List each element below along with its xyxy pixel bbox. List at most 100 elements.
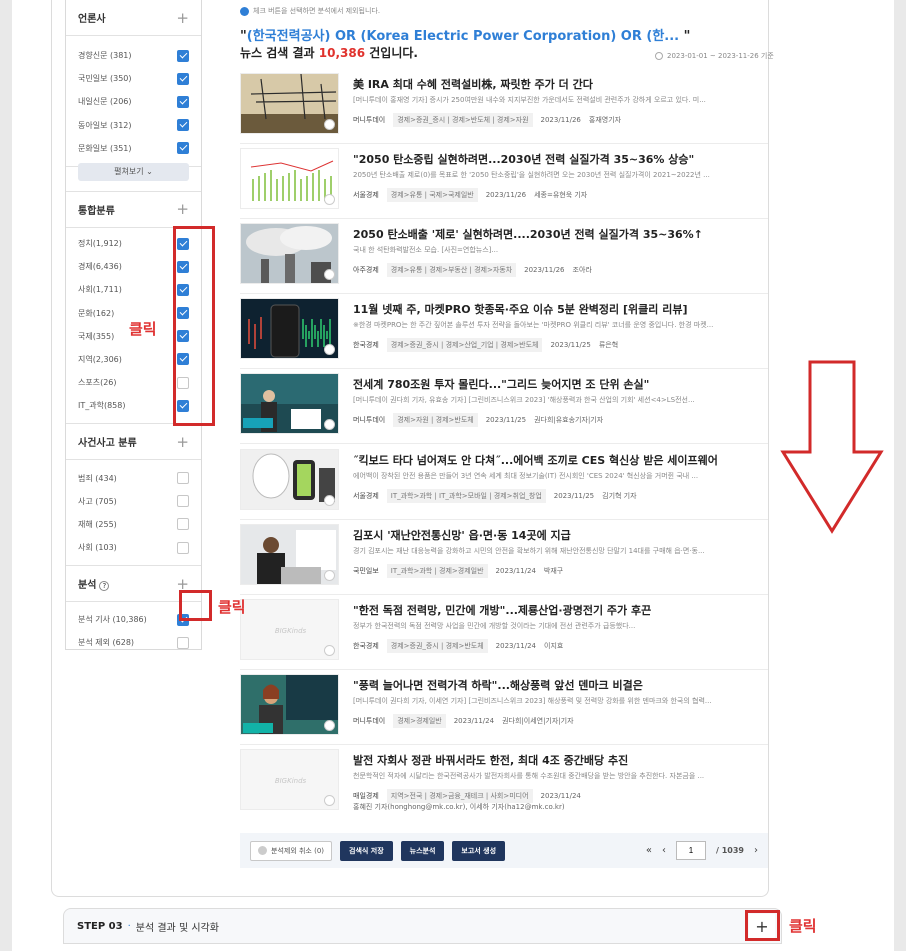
article-thumbnail[interactable]	[240, 449, 339, 510]
step-03-header[interactable]: STEP 03 · 분석 결과 및 시각화	[63, 908, 782, 944]
article-divider	[240, 443, 768, 444]
checkbox[interactable]	[177, 541, 189, 554]
checkbox[interactable]	[177, 495, 189, 508]
next-page-icon[interactable]: ›	[754, 845, 758, 856]
press-filter-item[interactable]: 내일신문 (206)	[66, 90, 201, 113]
bookmark-icon[interactable]	[324, 119, 335, 130]
checkbox[interactable]	[177, 518, 189, 531]
prev-page-icon[interactable]: ‹	[662, 845, 666, 856]
article-item[interactable]: 11월 넷째 주, 마켓PRO 핫종목·주요 이슈 5분 완벽정리 [위클리 리…	[240, 298, 768, 374]
checkbox[interactable]	[177, 119, 189, 132]
article-item[interactable]: 美 IRA 최대 수혜 전력설비株, 짜릿한 주가 더 간다 [머니투데이 홍재…	[240, 73, 768, 149]
article-summary: 정부가 한국전력의 독점 전력망 사업을 민간에 개방할 것이라는 기대에 전선…	[353, 622, 636, 630]
article-thumbnail[interactable]	[240, 148, 339, 209]
article-title[interactable]: "한전 독점 전력망, 민간에 개방"...제룡산업·광명전기 주가 후끈	[353, 602, 651, 618]
bookmark-icon[interactable]	[324, 419, 335, 430]
plus-icon[interactable]: +	[176, 200, 189, 218]
article-title[interactable]: "2050 탄소중립 실현하려면...2030년 전력 실질가격 35~36% …	[353, 151, 694, 167]
help-icon[interactable]: ?	[99, 581, 110, 592]
article-item[interactable]: ˝킥보드 타다 넘어져도 안 다쳐˝...에어백 조끼로 CES 혁신상 받은 …	[240, 449, 768, 525]
incident-filter-item[interactable]: 범죄 (434)	[66, 466, 201, 489]
incident-filter-item[interactable]: 재해 (255)	[66, 513, 201, 536]
article-author: 조아라	[572, 266, 592, 274]
create-report-button[interactable]: 보고서 생성	[452, 840, 506, 861]
incident-filter-item[interactable]: 사고 (705)	[66, 490, 201, 513]
article-thumbnail[interactable]	[240, 524, 339, 585]
checkbox[interactable]	[177, 72, 189, 85]
article-source: 아주경제	[353, 266, 379, 274]
article-author: 이지효	[544, 642, 564, 650]
article-item[interactable]: "2050 탄소중립 실현하려면...2030년 전력 실질가격 35~36% …	[240, 148, 768, 224]
press-filter-item[interactable]: 동아일보 (312)	[66, 114, 201, 137]
checkbox[interactable]	[177, 636, 189, 649]
save-query-button[interactable]: 검색식 저장	[340, 840, 393, 861]
integrated-filter-header[interactable]: 통합분류 +	[66, 191, 201, 228]
press-filter-item-label: 국민일보 (350)	[78, 74, 132, 84]
article-item[interactable]: "풍력 늘어나면 전력가격 하락"...해상풍력 앞선 덴마크 비결은 [머니투…	[240, 674, 768, 750]
article-date: 2023/11/25	[485, 416, 527, 424]
press-filter-item[interactable]: 문화일보 (351)	[66, 137, 201, 160]
bookmark-icon[interactable]	[324, 344, 335, 355]
result-actions-bar: 분석제외 취소 (0) 검색식 저장 뉴스분석 보고서 생성 « ‹ / 103…	[240, 833, 768, 868]
incident-filter-item[interactable]: 사회 (103)	[66, 536, 201, 559]
cancel-exclusion-button[interactable]: 분석제외 취소 (0)	[250, 840, 333, 861]
plus-icon[interactable]: +	[176, 433, 189, 451]
article-thumbnail[interactable]	[240, 73, 339, 134]
article-thumbnail[interactable]	[240, 674, 339, 735]
exclude-notice-text: 체크 버튼을 선택하면 분석에서 제외됩니다.	[253, 7, 381, 15]
checkbox[interactable]	[177, 95, 189, 108]
article-thumbnail[interactable]	[240, 223, 339, 284]
article-title[interactable]: 2050 탄소배출 '제로' 실현하려면....2030년 전력 실질가격 35…	[353, 226, 703, 242]
result-count-prefix: 뉴스 검색 결과	[240, 46, 319, 60]
press-filter-header[interactable]: 언론사 +	[66, 0, 201, 36]
clock-icon	[655, 52, 663, 60]
article-item[interactable]: BIGKinds "한전 독점 전력망, 민간에 개방"...제룡산업·광명전기…	[240, 599, 768, 675]
article-title[interactable]: 김포시 '재난안전통신망' 읍·면·동 14곳에 지급	[353, 527, 571, 543]
article-meta: 서울경제 IT_과학>과학 | IT_과학>모바일 | 경제>취업_창업 202…	[353, 489, 637, 503]
plus-icon[interactable]: +	[176, 9, 189, 27]
page-number-input[interactable]	[676, 841, 707, 860]
article-author: 김기혁 기자	[602, 492, 637, 500]
article-item[interactable]: 전세계 780조원 투자 몰린다..."그리드 늦어지면 조 단위 손실" [머…	[240, 373, 768, 449]
article-title[interactable]: 발전 자회사 정관 바꿔서라도 한전, 최대 4조 중간배당 추진	[353, 752, 628, 768]
bookmark-icon[interactable]	[324, 645, 335, 656]
result-count-number: 10,386	[318, 46, 366, 60]
checkbox[interactable]	[177, 49, 189, 62]
bookmark-icon[interactable]	[324, 720, 335, 731]
integrated-filter-title: 통합분류	[78, 205, 115, 217]
incident-filter-item-label: 범죄 (434)	[78, 473, 117, 483]
article-date: 2023/11/25	[553, 492, 595, 500]
bookmark-icon[interactable]	[324, 795, 335, 806]
bookmark-icon[interactable]	[324, 495, 335, 506]
press-filter-item[interactable]: 국민일보 (350)	[66, 67, 201, 90]
article-thumbnail[interactable]	[240, 298, 339, 359]
incident-filter-header[interactable]: 사건사고 분류 +	[66, 424, 201, 461]
article-thumbnail[interactable]: BIGKinds	[240, 749, 339, 810]
article-divider	[240, 218, 768, 219]
article-item[interactable]: 2050 탄소배출 '제로' 실현하려면....2030년 전력 실질가격 35…	[240, 223, 768, 299]
article-item[interactable]: 김포시 '재난안전통신망' 읍·면·동 14곳에 지급 경기 김포시는 재난 대…	[240, 524, 768, 600]
article-thumbnail[interactable]: BIGKinds	[240, 599, 339, 660]
checkbox[interactable]	[177, 472, 189, 485]
news-analysis-button[interactable]: 뉴스분석	[400, 840, 445, 861]
article-title[interactable]: 전세계 780조원 투자 몰린다..."그리드 늦어지면 조 단위 손실"	[353, 376, 649, 392]
checkbox[interactable]	[177, 142, 189, 155]
press-filter-item[interactable]: 경향신문 (381)	[66, 44, 201, 67]
bookmark-icon[interactable]	[324, 269, 335, 280]
article-title[interactable]: 美 IRA 최대 수혜 전력설비株, 짜릿한 주가 더 간다	[353, 76, 593, 92]
article-thumbnail[interactable]	[240, 373, 339, 434]
article-title[interactable]: 11월 넷째 주, 마켓PRO 핫종목·주요 이슈 5분 완벽정리 [위클리 리…	[353, 301, 687, 317]
article-title[interactable]: ˝킥보드 타다 넘어져도 안 다쳐˝...에어백 조끼로 CES 혁신상 받은 …	[353, 452, 718, 468]
expand-press-button[interactable]: 펼쳐보기 ⌄	[78, 162, 189, 181]
bookmark-icon[interactable]	[324, 194, 335, 205]
article-item[interactable]: BIGKinds 발전 자회사 정관 바꿔서라도 한전, 최대 4조 중간배당 …	[240, 749, 768, 825]
article-title[interactable]: "풍력 늘어나면 전력가격 하락"...해상풍력 앞선 덴마크 비결은	[353, 677, 643, 693]
bookmark-icon[interactable]	[324, 570, 335, 581]
date-range: 2023-01-01 ~ 2023-11-26 기준	[655, 51, 774, 61]
article-category: 경제>유통 | 국제>국제일반	[386, 188, 478, 202]
article-summary: 에어백이 장착된 안전 용품은 만들어 3년 연속 세계 최대 정보기술(IT)…	[353, 472, 699, 480]
analysis-filter-item[interactable]: 분석 제외 (628)	[66, 631, 201, 654]
article-meta: 매일경제 지역>전국 | 경제>금융_재테크 | 사회>미디어 2023/11/…	[353, 789, 589, 803]
first-page-icon[interactable]: «	[646, 845, 652, 856]
step-dot: ·	[127, 920, 131, 932]
